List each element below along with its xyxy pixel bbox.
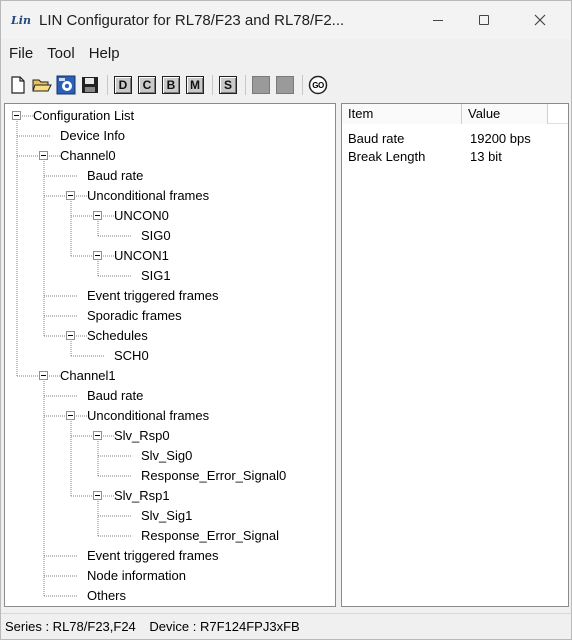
go-button[interactable]: GO bbox=[307, 74, 329, 96]
s-button[interactable]: S bbox=[217, 74, 239, 96]
open-folder-button[interactable] bbox=[31, 74, 53, 96]
property-item: Break Length bbox=[348, 149, 426, 164]
tree-node[interactable]: Baud rate bbox=[87, 166, 143, 186]
tree-node[interactable]: UNCON1 bbox=[114, 246, 169, 266]
tree-collapse-icon[interactable] bbox=[66, 191, 75, 200]
m-button-label: M bbox=[186, 76, 204, 94]
d-button-label: D bbox=[114, 76, 132, 94]
column-header-item[interactable]: Item bbox=[342, 104, 462, 124]
menu-tool[interactable]: Tool bbox=[42, 45, 80, 62]
tree-node[interactable]: Slv_Sig0 bbox=[141, 446, 192, 466]
new-file-icon bbox=[11, 76, 25, 94]
open-folder-icon bbox=[32, 79, 52, 92]
toolbar-separator bbox=[107, 75, 108, 95]
maximize-button[interactable] bbox=[461, 1, 507, 39]
tree-node[interactable]: Event triggered frames bbox=[87, 546, 219, 566]
toolbar-separator bbox=[245, 75, 246, 95]
disabled-button-1[interactable] bbox=[250, 74, 272, 96]
property-row[interactable]: Break Length 13 bit bbox=[342, 148, 568, 166]
configuration-tree[interactable]: Configuration List Device Info Channel0 Bau… bbox=[4, 103, 336, 607]
menu-help[interactable]: Help bbox=[84, 45, 125, 62]
window-title: LIN Configurator for RL78/F23 and RL78/F… bbox=[39, 11, 345, 29]
disabled-button-2[interactable] bbox=[274, 74, 296, 96]
tree-node[interactable]: SCH0 bbox=[114, 346, 149, 366]
tree-node[interactable]: SIG0 bbox=[141, 226, 171, 246]
menu-file[interactable]: File bbox=[4, 45, 38, 62]
close-button[interactable] bbox=[517, 1, 563, 39]
minimize-button[interactable] bbox=[415, 1, 461, 39]
status-device: Device : R7F124FPJ3xFB bbox=[149, 619, 300, 634]
tree-collapse-icon[interactable] bbox=[66, 411, 75, 420]
property-value: 19200 bps bbox=[470, 131, 531, 146]
tree-collapse-icon[interactable] bbox=[12, 111, 21, 120]
app-icon-label: Lin bbox=[11, 13, 31, 27]
tree-node[interactable]: Event triggered frames bbox=[87, 286, 219, 306]
minimize-icon bbox=[433, 19, 443, 21]
title-bar[interactable]: Lin LIN Configurator for RL78/F23 and RL… bbox=[1, 1, 571, 39]
disabled-icon-2 bbox=[276, 76, 294, 94]
tree-node[interactable]: Unconditional frames bbox=[87, 186, 209, 206]
tree-node[interactable]: SIG1 bbox=[141, 266, 171, 286]
tree-collapse-icon[interactable] bbox=[93, 431, 102, 440]
c-button[interactable]: C bbox=[136, 74, 158, 96]
property-list[interactable]: Item Value Baud rate 19200 bps Break Len… bbox=[341, 103, 569, 607]
tree-node[interactable]: Response_Error_Signal bbox=[141, 526, 279, 546]
tree-node[interactable]: Slv_Rsp0 bbox=[114, 426, 170, 446]
tree-node[interactable]: Slv_Sig1 bbox=[141, 506, 192, 526]
b-button[interactable]: B bbox=[160, 74, 182, 96]
settings-icon bbox=[56, 75, 76, 95]
s-button-label: S bbox=[219, 76, 237, 94]
property-item: Baud rate bbox=[348, 131, 405, 146]
new-file-button[interactable] bbox=[7, 74, 29, 96]
disabled-icon-1 bbox=[252, 76, 270, 94]
save-icon bbox=[82, 77, 98, 93]
tree-collapse-icon[interactable] bbox=[39, 371, 48, 380]
toolbar: D C B M S GO bbox=[1, 71, 571, 99]
tree-node[interactable]: UNCON0 bbox=[114, 206, 169, 226]
property-row[interactable]: Baud rate 19200 bps bbox=[342, 130, 568, 148]
tree-node[interactable]: Sporadic frames bbox=[87, 306, 182, 326]
toolbar-separator bbox=[212, 75, 213, 95]
tree-collapse-icon[interactable] bbox=[93, 491, 102, 500]
app-window: Lin LIN Configurator for RL78/F23 and RL… bbox=[0, 0, 572, 640]
column-header-value[interactable]: Value bbox=[462, 104, 548, 124]
tree-node[interactable]: Others bbox=[87, 586, 126, 606]
settings-button[interactable] bbox=[55, 74, 77, 96]
d-button[interactable]: D bbox=[112, 74, 134, 96]
tree-node[interactable]: Device Info bbox=[60, 126, 125, 146]
property-header: Item Value bbox=[342, 104, 568, 124]
tree-collapse-icon[interactable] bbox=[93, 211, 102, 220]
tree-node[interactable]: Schedules bbox=[87, 326, 148, 346]
save-button[interactable] bbox=[79, 74, 101, 96]
tree-node[interactable]: Channel0 bbox=[60, 146, 116, 166]
tree-node[interactable]: Channel1 bbox=[60, 366, 116, 386]
tree-node[interactable]: Baud rate bbox=[87, 386, 143, 406]
tree-collapse-icon[interactable] bbox=[93, 251, 102, 260]
property-value: 13 bit bbox=[470, 149, 502, 164]
status-bar: Series : RL78/F23,F24 Device : R7F124FPJ… bbox=[1, 613, 571, 639]
maximize-icon bbox=[479, 15, 489, 25]
tree-node[interactable]: Node information bbox=[87, 566, 186, 586]
go-label: GO bbox=[312, 81, 324, 90]
menu-bar: File Tool Help bbox=[1, 41, 571, 65]
c-button-label: C bbox=[138, 76, 156, 94]
tree-node[interactable]: Response_Error_Signal0 bbox=[141, 466, 286, 486]
lin-app-icon[interactable]: Lin bbox=[11, 10, 31, 30]
tree-node[interactable]: Slv_Rsp1 bbox=[114, 486, 170, 506]
m-button[interactable]: M bbox=[184, 74, 206, 96]
tree-collapse-icon[interactable] bbox=[66, 331, 75, 340]
close-icon bbox=[534, 14, 546, 26]
b-button-label: B bbox=[162, 76, 180, 94]
status-series: Series : RL78/F23,F24 bbox=[5, 619, 136, 634]
tree-node[interactable]: Configuration List bbox=[33, 106, 134, 126]
tree-collapse-icon[interactable] bbox=[39, 151, 48, 160]
toolbar-separator bbox=[302, 75, 303, 95]
tree-node[interactable]: Unconditional frames bbox=[87, 406, 209, 426]
